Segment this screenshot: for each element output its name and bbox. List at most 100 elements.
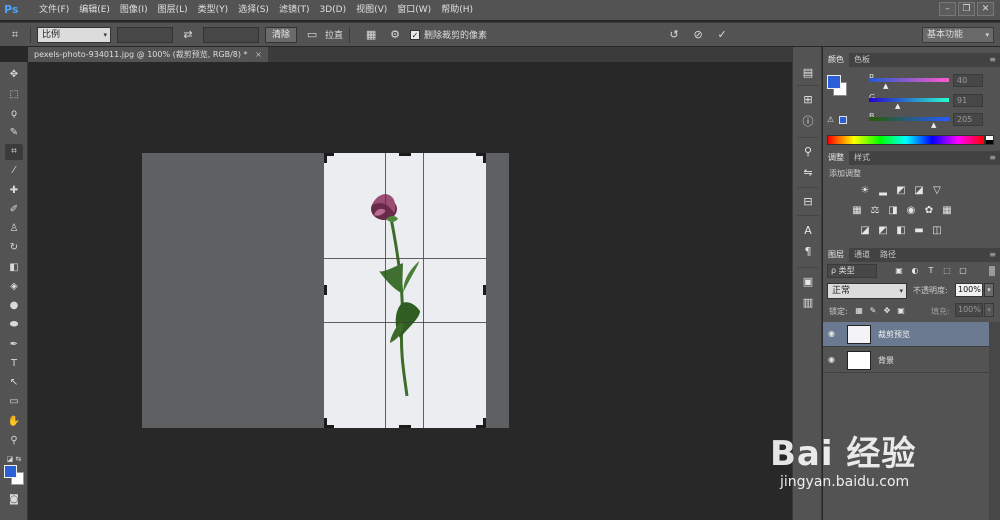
lock-all-icon[interactable]: ▣: [895, 305, 907, 317]
color-foreground-swatch[interactable]: [827, 75, 841, 89]
reset-icon[interactable]: ↺: [665, 26, 683, 44]
path-select-tool-icon[interactable]: ↖: [5, 375, 23, 391]
move-tool-icon[interactable]: ✥: [5, 67, 23, 83]
tab-layers[interactable]: 图层: [823, 248, 849, 262]
cancel-icon[interactable]: ⊘: [689, 26, 707, 44]
fill-input[interactable]: 100%: [955, 303, 983, 317]
quick-mask-icon[interactable]: ◙: [5, 492, 23, 508]
tab-adjustments[interactable]: 调整: [823, 151, 849, 165]
crop-handle-left[interactable]: [324, 285, 327, 295]
character-panel-icon[interactable]: A: [800, 223, 816, 239]
eyedropper-tool-icon[interactable]: ⁄: [5, 163, 23, 179]
straighten-label[interactable]: 拉直: [325, 28, 343, 41]
crop-tool-icon[interactable]: ⌗: [5, 144, 23, 160]
panel-menu-icon[interactable]: ≡: [989, 53, 996, 67]
tab-swatches[interactable]: 色板: [849, 53, 875, 67]
curves-icon[interactable]: ◩: [895, 185, 907, 197]
layer-filter-select[interactable]: ρ 类型: [827, 264, 877, 278]
properties-panel-icon[interactable]: ▥: [800, 295, 816, 311]
hue-saturation-icon[interactable]: ▦: [851, 205, 863, 217]
color-balance-icon[interactable]: ⚖: [869, 205, 881, 217]
menu-select[interactable]: 选择(S): [233, 0, 274, 20]
blue-value-input[interactable]: 205: [953, 113, 983, 126]
layer-name[interactable]: 背景: [878, 355, 894, 366]
ratio-select[interactable]: 比例 ▾: [37, 26, 111, 43]
blue-slider-thumb[interactable]: ▲: [931, 121, 936, 129]
filter-toggle[interactable]: [989, 266, 995, 276]
selective-color-icon[interactable]: ◫: [931, 225, 943, 237]
blue-slider[interactable]: [869, 117, 949, 121]
tab-color[interactable]: 颜色: [823, 53, 849, 67]
paragraph-panel-icon[interactable]: ¶: [800, 244, 816, 260]
crop-handle-bottom[interactable]: [399, 425, 411, 428]
menu-window[interactable]: 窗口(W): [392, 0, 436, 20]
tab-channels[interactable]: 通道: [849, 248, 875, 262]
history-brush-tool-icon[interactable]: ↻: [5, 240, 23, 256]
close-icon[interactable]: ×: [255, 50, 262, 59]
red-slider[interactable]: [869, 78, 949, 82]
zoom-tool-icon[interactable]: ⚲: [5, 433, 23, 449]
foreground-color-swatch[interactable]: [4, 465, 17, 478]
marquee-tool-icon[interactable]: ⬚: [5, 87, 23, 103]
photo-filter-icon[interactable]: ◉: [905, 205, 917, 217]
type-tool-icon[interactable]: T: [5, 356, 23, 372]
document-tab[interactable]: pexels-photo-934011.jpg @ 100% (裁剪预览, RG…: [28, 47, 268, 62]
clone-source-icon[interactable]: ⊟: [800, 194, 816, 210]
black-white-icon[interactable]: ◨: [887, 205, 899, 217]
visibility-eye-icon[interactable]: ◉: [828, 329, 835, 338]
menu-view[interactable]: 视图(V): [351, 0, 392, 20]
menu-edit[interactable]: 编辑(E): [74, 0, 115, 20]
tab-styles[interactable]: 样式: [849, 151, 875, 165]
gradient-map-icon[interactable]: ▬: [913, 225, 925, 237]
close-window-button[interactable]: ✕: [977, 2, 994, 16]
brush-panel-icon[interactable]: ⚲: [800, 144, 816, 160]
red-slider-thumb[interactable]: ▲: [883, 82, 888, 90]
filter-adjustment-icon[interactable]: ◐: [909, 265, 921, 277]
hand-tool-icon[interactable]: ✋: [5, 414, 23, 430]
straighten-icon[interactable]: ▭: [303, 26, 321, 44]
panel-menu-icon[interactable]: ≡: [989, 248, 996, 262]
crop-handle-bottom-left[interactable]: [324, 418, 327, 428]
gear-icon[interactable]: ⚙: [386, 26, 404, 44]
eraser-tool-icon[interactable]: ◧: [5, 260, 23, 276]
blend-mode-select[interactable]: 正常 ▾: [827, 283, 907, 299]
document-canvas[interactable]: [142, 153, 509, 428]
green-value-input[interactable]: 91: [953, 94, 983, 107]
exposure-icon[interactable]: ◪: [913, 185, 925, 197]
filter-shape-icon[interactable]: ⬚: [941, 265, 953, 277]
lock-pixels-icon[interactable]: ✎: [867, 305, 879, 317]
lock-position-icon[interactable]: ✥: [881, 305, 893, 317]
brush-tool-icon[interactable]: ✐: [5, 202, 23, 218]
crop-handle-top-right[interactable]: [483, 153, 486, 163]
menu-3d[interactable]: 3D(D): [314, 0, 351, 20]
menu-layer[interactable]: 图层(L): [153, 0, 193, 20]
color-spectrum-bar[interactable]: [827, 135, 985, 145]
opacity-input[interactable]: 100%: [955, 283, 983, 297]
pen-tool-icon[interactable]: ✒: [5, 337, 23, 353]
swap-icon[interactable]: ⇄: [179, 26, 197, 44]
commit-check-icon[interactable]: ✓: [713, 26, 731, 44]
layer-row-background[interactable]: ◉ 背景: [823, 348, 989, 373]
visibility-eye-icon[interactable]: ◉: [828, 355, 835, 364]
fill-dropdown-icon[interactable]: ▾: [984, 303, 994, 317]
red-value-input[interactable]: 40: [953, 74, 983, 87]
layer-comps-icon[interactable]: ▣: [800, 274, 816, 290]
crop-preview-area[interactable]: [324, 153, 486, 428]
quick-select-tool-icon[interactable]: ✎: [5, 125, 23, 141]
crop-handle-top[interactable]: [399, 153, 411, 156]
threshold-icon[interactable]: ◧: [895, 225, 907, 237]
channel-mixer-icon[interactable]: ✿: [923, 205, 935, 217]
crop-handle-right[interactable]: [483, 285, 486, 295]
levels-icon[interactable]: ▂: [877, 185, 889, 197]
filter-smart-icon[interactable]: ▢: [957, 265, 969, 277]
layer-row-crop-preview[interactable]: ◉ 裁剪预览: [823, 322, 989, 347]
rectangle-tool-icon[interactable]: ▭: [5, 394, 23, 410]
invert-icon[interactable]: ◪: [859, 225, 871, 237]
layers-scrollbar[interactable]: [989, 322, 1000, 520]
paint-bucket-tool-icon[interactable]: ◈: [5, 279, 23, 295]
posterize-icon[interactable]: ◩: [877, 225, 889, 237]
color-lookup-icon[interactable]: ▦: [941, 205, 953, 217]
lock-transparent-icon[interactable]: ▦: [853, 305, 865, 317]
info-panel-icon[interactable]: ⓘ: [800, 114, 816, 130]
crop-height-input[interactable]: [203, 26, 259, 43]
